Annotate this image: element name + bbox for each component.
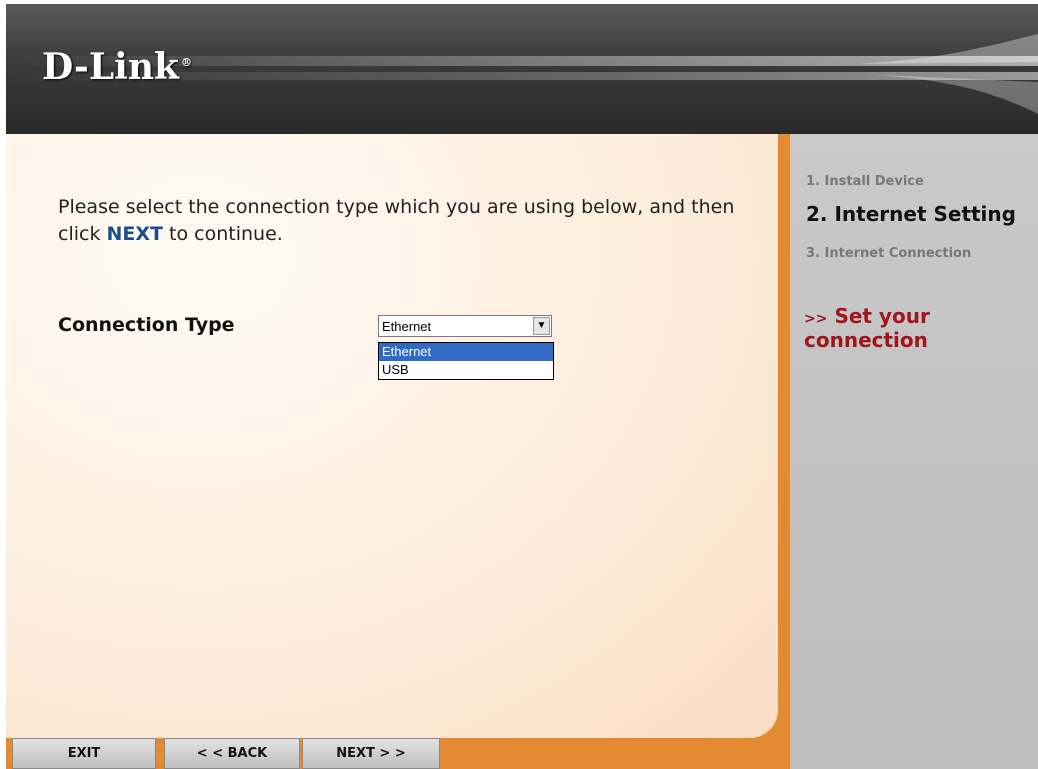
logo-text: D-Link bbox=[42, 46, 179, 88]
connection-type-label: Connection Type bbox=[58, 314, 235, 336]
connection-type-select[interactable]: Ethernet ▼ bbox=[378, 315, 552, 337]
main-panel: Please select the connection type which … bbox=[6, 134, 778, 738]
dropdown-option-usb[interactable]: USB bbox=[379, 361, 553, 379]
instruction-text: Please select the connection type which … bbox=[58, 194, 768, 248]
connection-type-dropdown-list: Ethernet USB bbox=[378, 342, 554, 380]
header-banner: D-Link ® bbox=[6, 4, 1038, 134]
chevron-down-icon[interactable]: ▼ bbox=[533, 317, 550, 335]
back-button[interactable]: < < BACK bbox=[164, 738, 300, 769]
exit-button[interactable]: EXIT bbox=[12, 738, 156, 769]
instruction-next-keyword: NEXT bbox=[106, 223, 164, 245]
step-internet-connection: 3. Internet Connection bbox=[806, 246, 972, 261]
registered-mark: ® bbox=[180, 56, 192, 69]
step-internet-setting: 2. Internet Setting bbox=[806, 202, 1016, 226]
sidebar-steps: 1. Install Device 2. Internet Setting 3.… bbox=[790, 134, 1038, 769]
next-button[interactable]: NEXT > > bbox=[302, 738, 440, 769]
dropdown-option-ethernet[interactable]: Ethernet bbox=[379, 343, 553, 361]
header-swoosh bbox=[858, 4, 1038, 114]
hint-arrows: >> bbox=[804, 311, 828, 327]
set-connection-hint: >> Set your connection bbox=[804, 304, 1038, 352]
instruction-post: to continue. bbox=[163, 223, 283, 245]
dlink-logo: D-Link ® bbox=[42, 46, 192, 88]
select-value: Ethernet bbox=[382, 319, 432, 334]
step-install-device: 1. Install Device bbox=[806, 174, 924, 189]
